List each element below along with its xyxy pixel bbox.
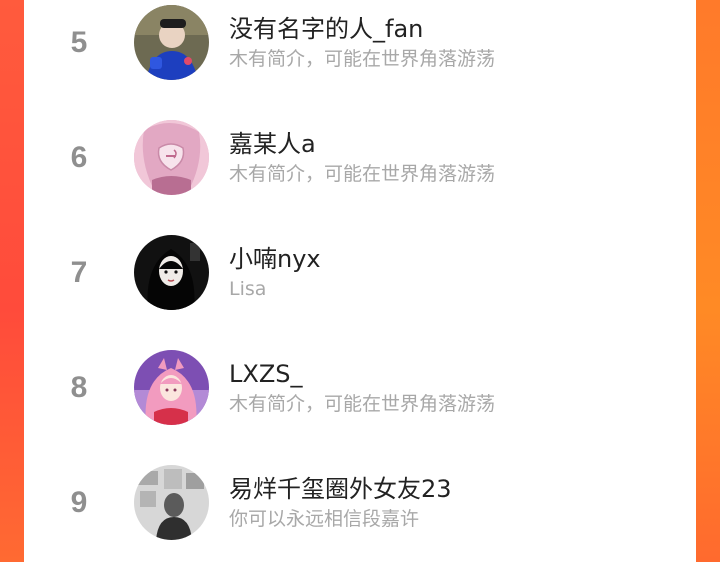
user-info: 小喃nyx Lisa [229,244,321,302]
user-info: 易烊千玺圈外女友23 你可以永远相信段嘉许 [229,474,452,532]
user-info: LXZS_ 木有简介，可能在世界角落游荡 [229,359,495,417]
rank-number: 8 [70,370,88,404]
ranking-row[interactable]: 8 LXZS_ 木有简介，可能在世界角落游荡 [24,330,696,445]
avatar-pink-anime-girl-icon[interactable] [134,350,209,425]
user-info: 没有名字的人_fan 木有简介，可能在世界角落游荡 [229,14,495,72]
ranking-row[interactable]: 7 小喃nyx Lisa [24,215,696,330]
rank-number: 6 [70,140,88,174]
avatar-pink-anime-icon[interactable] [134,120,209,195]
user-bio: 木有简介，可能在世界角落游荡 [229,47,496,70]
rank-number: 7 [70,255,88,289]
user-info: 嘉某人a 木有简介，可能在世界角落游荡 [229,129,495,187]
user-bio: 你可以永远相信段嘉许 [229,507,420,530]
avatar-dark-portrait-icon[interactable] [134,235,209,310]
user-name[interactable]: 小喃nyx [229,244,321,274]
ranking-row[interactable]: 6 嘉某人a 木有简介，可能在世界角落游荡 [24,100,696,215]
ranking-list-card: 5 没有名字的人_fan 木有简介，可能在世界角落游荡 6 嘉某人a 木有简介，… [24,0,696,562]
user-bio: Lisa [229,277,267,300]
user-name[interactable]: LXZS_ [229,359,495,389]
user-name[interactable]: 易烊千玺圈外女友23 [229,474,452,504]
left-gradient-border [0,0,24,562]
user-bio: 木有简介，可能在世界角落游荡 [229,392,496,415]
right-gradient-border [696,0,720,562]
ranking-row[interactable]: 9 易烊千玺圈外女友23 你可以永远相信段嘉许 [24,445,696,560]
ranking-row[interactable]: 5 没有名字的人_fan 木有简介，可能在世界角落游荡 [24,0,696,100]
ranking-list: 5 没有名字的人_fan 木有简介，可能在世界角落游荡 6 嘉某人a 木有简介，… [24,0,696,560]
avatar-gray-photo-icon[interactable] [134,465,209,540]
user-name[interactable]: 没有名字的人_fan [229,14,495,44]
rank-number: 5 [70,25,88,59]
user-name[interactable]: 嘉某人a [229,129,495,159]
user-bio: 木有简介，可能在世界角落游荡 [229,162,496,185]
rank-number: 9 [70,485,88,519]
avatar-person-blue-icon[interactable] [134,5,209,80]
